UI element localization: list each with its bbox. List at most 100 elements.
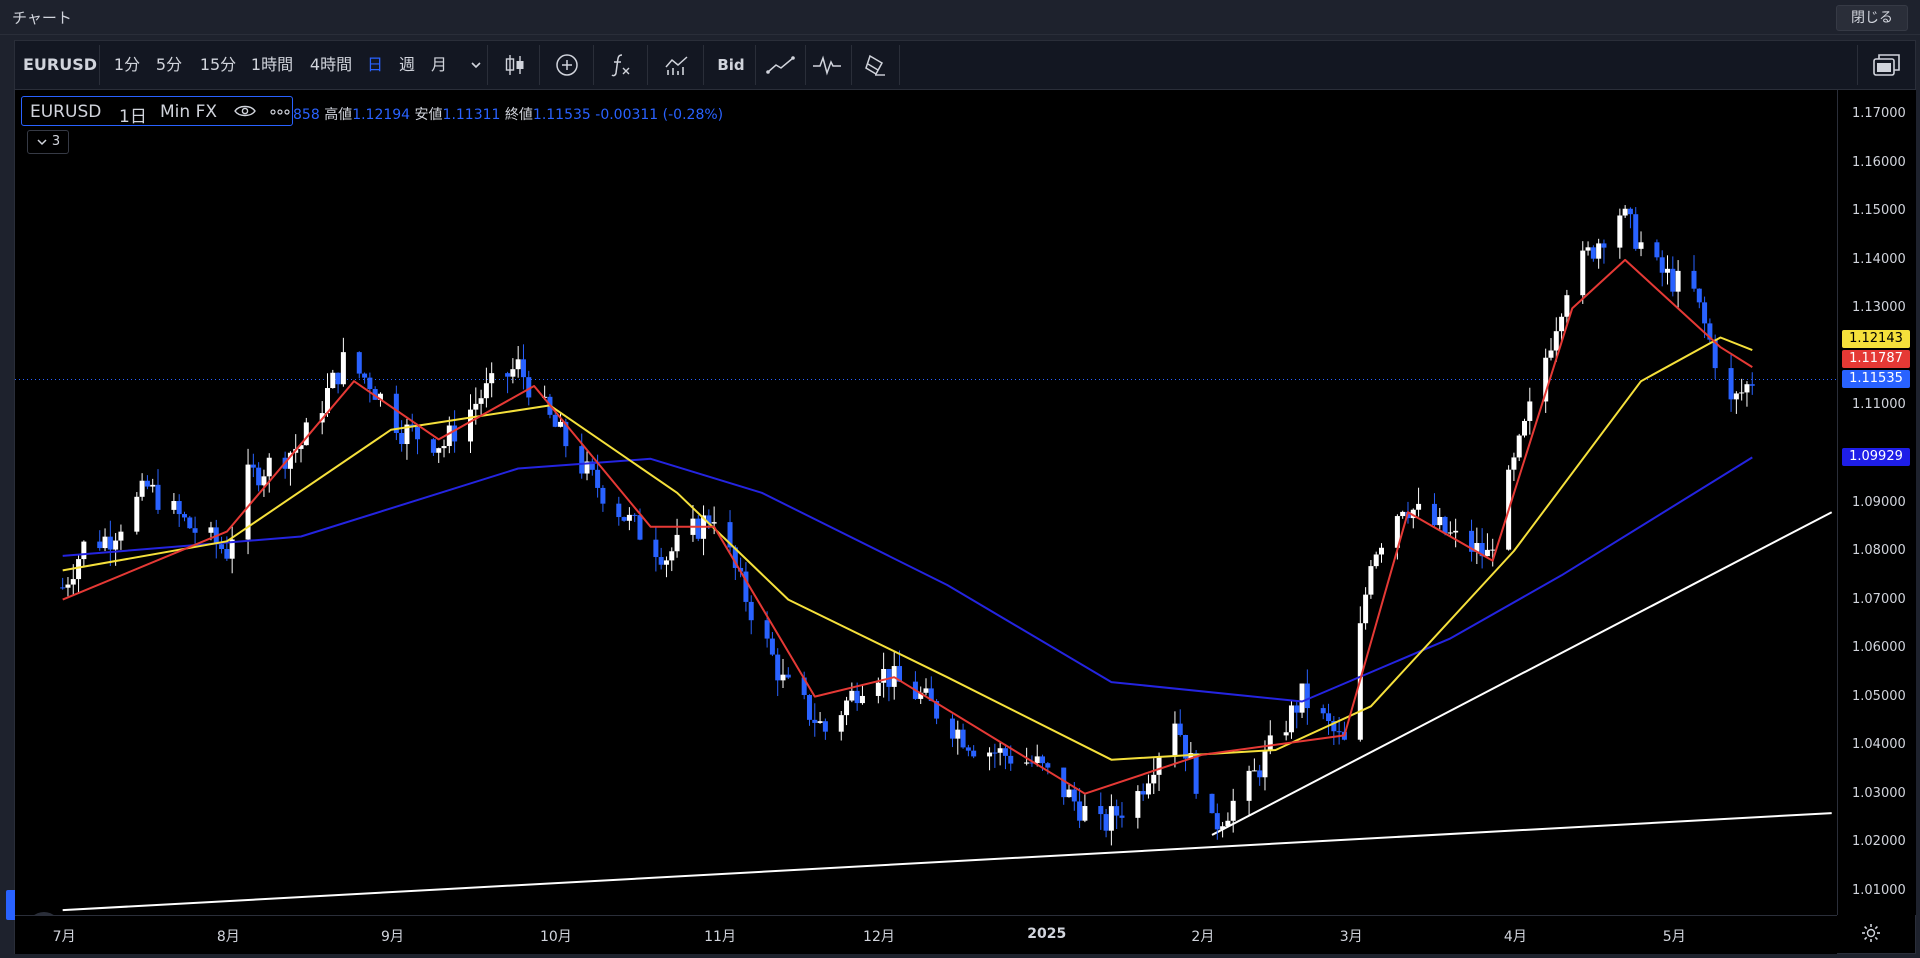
sidebar-toggle-handle[interactable]	[6, 890, 15, 920]
interval-15m[interactable]: 15分	[197, 41, 239, 89]
candle-body	[1675, 270, 1681, 292]
function-icon	[611, 54, 630, 77]
candle-body	[1670, 268, 1676, 292]
pulse-icon	[813, 55, 841, 76]
candle-body	[1368, 566, 1374, 595]
interval-5m[interactable]: 5分	[153, 41, 185, 89]
toolbar-divider	[703, 45, 704, 85]
candle-body	[60, 587, 66, 589]
candle-body	[875, 682, 881, 696]
price-axis-label: 1.08000	[1852, 543, 1906, 559]
candle-body	[76, 559, 82, 580]
price-tag-ma-slow: 1.09929	[1842, 448, 1910, 467]
time-axis-label: 10月	[539, 929, 572, 945]
interval-1d[interactable]: 日	[365, 41, 385, 89]
drawing-tools-button[interactable]	[765, 41, 797, 89]
interval-1h[interactable]: 1時間	[247, 41, 297, 89]
candle-body	[468, 409, 473, 442]
time-axis-label: 12月	[863, 929, 895, 945]
chart-area[interactable]: EURUSD 1日 Min FX 858 高値1.12194 安値1.11311…	[6, 90, 1916, 954]
toolbar-divider	[539, 45, 540, 85]
candle-body	[1511, 457, 1517, 470]
candle-body	[600, 487, 606, 504]
candle-body	[997, 748, 1003, 753]
candle-body	[1336, 731, 1342, 733]
time-axis[interactable]: 7月 8月 9月 10月 11月 12月 2025 2月 3月 4月 5月	[15, 915, 1837, 954]
candle-body	[1654, 242, 1660, 258]
price-chart[interactable]	[15, 90, 1837, 915]
candle-body	[1119, 815, 1125, 818]
layout-button[interactable]	[1871, 41, 1903, 89]
replay-button[interactable]	[811, 41, 843, 89]
interval-1m[interactable]: 1分	[111, 41, 143, 89]
candle-body	[415, 427, 421, 440]
candle-body	[1749, 384, 1755, 386]
indicators-collapse-button[interactable]: 3	[27, 130, 69, 154]
interval-1w[interactable]: 週	[397, 41, 417, 89]
compare-button[interactable]	[553, 41, 581, 89]
ma-slow-line	[62, 456, 1753, 703]
legend-low-value: 1.11311	[442, 107, 501, 123]
candle-body	[1140, 791, 1146, 795]
legend-high-value: 1.12194	[352, 107, 411, 123]
chart-frame: EURUSD 1分 5分 15分 1時間 4時間 日 週 月 Bid EURUS…	[6, 40, 1916, 954]
chart-type-button[interactable]	[501, 41, 529, 89]
candle-body	[219, 544, 225, 549]
indicators-button[interactable]	[607, 41, 635, 89]
candle-body	[1691, 270, 1697, 289]
time-axis-label: 8月	[216, 929, 240, 945]
candle-body	[653, 539, 659, 558]
bid-ask-button[interactable]: Bid	[713, 41, 749, 89]
candle-body	[97, 541, 103, 549]
candle-body	[393, 393, 399, 434]
candle-body	[1739, 392, 1745, 394]
candle-body	[181, 514, 187, 518]
candle-body	[1702, 302, 1708, 324]
symbol-button[interactable]: EURUSD	[23, 41, 97, 89]
gear-icon[interactable]	[1861, 923, 1881, 943]
candle-body	[446, 425, 452, 447]
candle-body	[1071, 789, 1077, 802]
time-axis-label: 3月	[1339, 929, 1363, 945]
candle-body	[658, 557, 664, 565]
interval-1mo[interactable]: 月	[429, 41, 449, 89]
time-axis-label: 11月	[704, 929, 736, 945]
legend-open-value: 858	[293, 107, 320, 123]
interval-4h[interactable]: 4時間	[306, 41, 356, 89]
candle-body	[579, 446, 585, 474]
candle-body	[1002, 748, 1008, 756]
candle-body	[769, 638, 775, 655]
candle-body	[1559, 316, 1565, 332]
price-axis-label: 1.01000	[1852, 882, 1906, 898]
candle-body	[102, 536, 108, 549]
candle-body	[1633, 214, 1639, 249]
legend-symbol-box[interactable]: EURUSD 1日 Min FX	[21, 96, 293, 127]
candle-body	[1108, 806, 1114, 831]
toolbar-divider	[487, 45, 488, 85]
candle-body	[854, 690, 860, 704]
candle-body	[1447, 532, 1453, 534]
candle-body	[1527, 401, 1533, 421]
close-button[interactable]: 閉じる	[1836, 5, 1908, 31]
eye-icon[interactable]	[234, 104, 256, 118]
legend-symbol: EURUSD	[30, 102, 102, 122]
price-axis[interactable]: 1.17000 1.16000 1.15000 1.14000 1.13000 …	[1837, 90, 1916, 915]
candle-body	[1103, 814, 1109, 831]
indicator-templates-icon	[665, 56, 688, 75]
candle-body	[674, 534, 680, 552]
legend-ohlc: 858 高値1.12194 安値1.11311 終値1.11535 -0.003…	[293, 104, 723, 124]
candle-body	[1045, 763, 1051, 768]
legend-close-label: 終値	[504, 107, 533, 123]
interval-dropdown[interactable]	[459, 41, 481, 89]
price-tag-ma-mid: 1.12143	[1842, 330, 1910, 349]
more-options-icon[interactable]	[270, 102, 290, 122]
candle-body	[780, 674, 786, 681]
candle-body	[65, 584, 71, 588]
legend-interval: 1日	[119, 107, 147, 127]
candle-body	[1135, 791, 1141, 818]
plus-circle-icon	[556, 54, 578, 76]
candle-body	[949, 718, 955, 739]
clear-drawings-button[interactable]	[861, 41, 889, 89]
templates-button[interactable]	[663, 41, 691, 89]
candle-body	[1082, 806, 1088, 821]
